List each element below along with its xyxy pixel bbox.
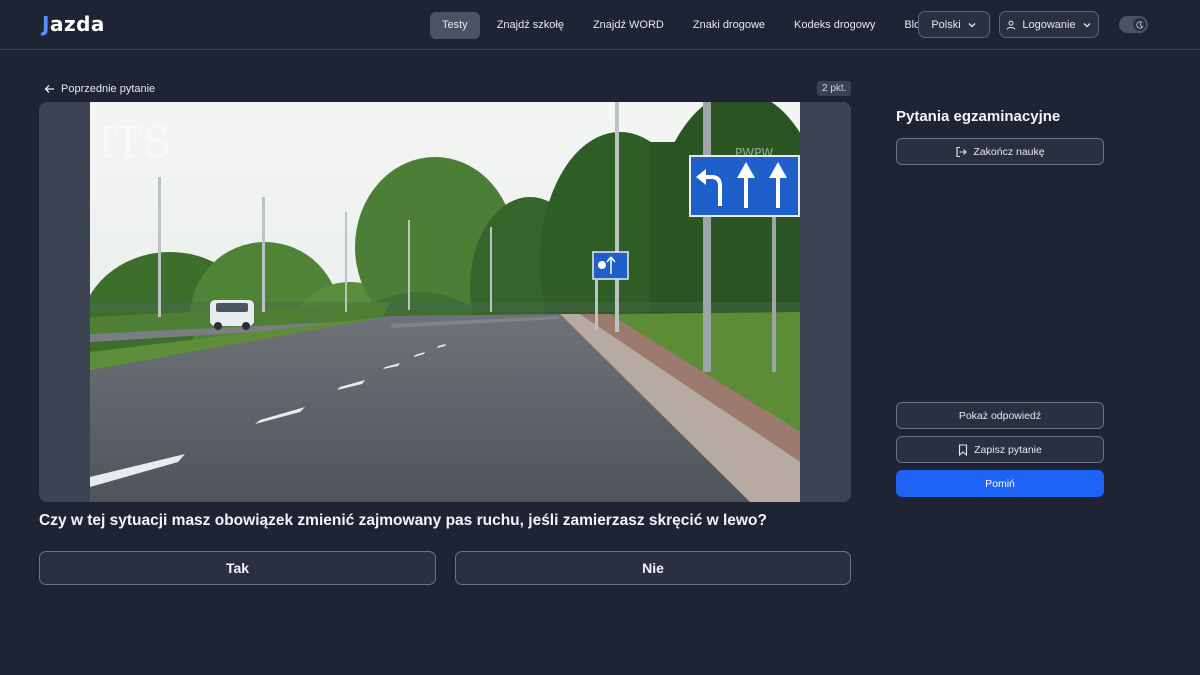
logo[interactable]: Jazda (42, 12, 105, 36)
top-header: Jazda Testy Znajdź szkołę Znajdź WORD Zn… (0, 0, 1200, 50)
save-question-button[interactable]: Zapisz pytanie (896, 436, 1104, 463)
logo-text: azda (49, 12, 105, 36)
show-answer-label: Pokaż odpowiedź (958, 409, 1042, 422)
save-question-label: Zapisz pytanie (974, 443, 1042, 456)
login-label: Logowanie (1022, 18, 1076, 31)
nav-item-testy[interactable]: Testy (430, 11, 480, 39)
question-media: ITS PWPW (39, 102, 851, 502)
answer-tak-button[interactable]: Tak (39, 551, 436, 585)
answer-nie-button[interactable]: Nie (455, 551, 851, 585)
language-label: Polski (931, 18, 961, 31)
road-scene-image: ITS PWPW (90, 102, 800, 502)
bookmark-icon (959, 443, 968, 456)
user-icon (1007, 20, 1016, 30)
question-text: Czy w tej sytuacji masz obowiązek zmieni… (39, 512, 767, 529)
login-button[interactable]: Logowanie (999, 11, 1099, 38)
previous-question-label: Poprzednie pytanie (61, 83, 156, 95)
logout-icon (956, 146, 968, 157)
nav-item-kodeks-drogowy[interactable]: Kodeks drogowy (782, 12, 887, 39)
arrow-left-icon (44, 85, 54, 93)
svg-text:ITS: ITS (98, 118, 171, 167)
skip-label: Pomiń (985, 477, 1015, 490)
nav-item-znajdz-word[interactable]: Znajdź WORD (581, 12, 676, 39)
previous-question-link[interactable]: Poprzednie pytanie (44, 81, 155, 97)
sidebar-title: Pytania egzaminacyjne (896, 108, 1061, 125)
points-badge: 2 pkt. (817, 81, 852, 96)
moon-icon (1133, 18, 1146, 31)
end-study-label: Zakończ naukę (973, 145, 1045, 158)
show-answer-button[interactable]: Pokaż odpowiedź (896, 402, 1104, 429)
main-nav: Testy Znajdź szkołę Znajdź WORD Znaki dr… (430, 11, 943, 39)
theme-toggle[interactable] (1119, 16, 1148, 33)
skip-button[interactable]: Pomiń (896, 470, 1104, 497)
nav-item-znajdz-szkole[interactable]: Znajdź szkołę (485, 12, 576, 39)
chevron-down-icon (1083, 22, 1091, 27)
nav-item-znaki-drogowe[interactable]: Znaki drogowe (681, 12, 777, 39)
language-select[interactable]: Polski (918, 11, 990, 38)
end-study-button[interactable]: Zakończ naukę (896, 138, 1104, 165)
svg-text:PWPW: PWPW (735, 146, 773, 160)
chevron-down-icon (968, 22, 976, 27)
